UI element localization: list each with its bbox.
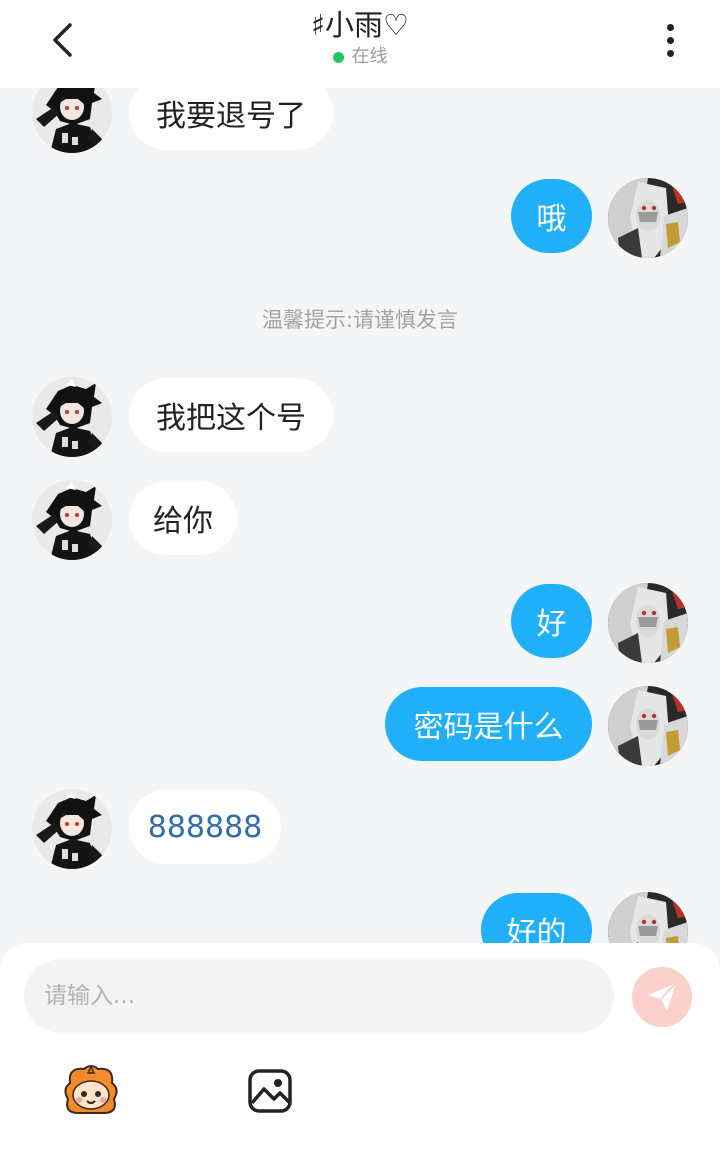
my-avatar[interactable] [608, 583, 688, 663]
message-bubble-incoming: 给你 [129, 481, 237, 555]
more-dots-icon [666, 23, 674, 31]
system-tip: 温馨提示:请谨慎发言 [261, 308, 459, 332]
contact-avatar[interactable] [32, 480, 112, 560]
message-bubble-incoming: 我把这个号 [129, 378, 333, 452]
my-avatar[interactable] [608, 178, 688, 258]
message-bubble-outgoing: 好 [511, 584, 592, 658]
more-options-button[interactable] [648, 18, 692, 62]
online-dot-icon [332, 51, 344, 63]
chat-title-block: ♯小雨♡ 在线 [0, 6, 720, 70]
my-avatar[interactable] [608, 686, 688, 766]
composer-bar [0, 943, 720, 1149]
more-dot [666, 49, 674, 57]
message-bubble-outgoing: 密码是什么 [385, 687, 592, 761]
contact-avatar[interactable] [32, 377, 112, 457]
chat-title: ♯小雨♡ [310, 8, 410, 42]
send-button[interactable] [632, 967, 692, 1027]
message-input[interactable] [24, 959, 614, 1033]
image-button[interactable] [246, 1067, 294, 1115]
send-icon [648, 982, 677, 1011]
emoji-button[interactable] [60, 1063, 122, 1117]
contact-avatar[interactable] [32, 789, 112, 869]
chat-header: ♯小雨♡ 在线 [0, 0, 720, 88]
image-icon [248, 1069, 292, 1113]
more-dot [666, 36, 674, 44]
message-bubble-incoming: 888888 [129, 790, 281, 864]
online-status: 在线 [332, 44, 388, 70]
emoji-mascot-icon [64, 1065, 118, 1114]
online-status-label: 在线 [351, 46, 388, 67]
message-bubble-outgoing: 哦 [511, 179, 592, 253]
